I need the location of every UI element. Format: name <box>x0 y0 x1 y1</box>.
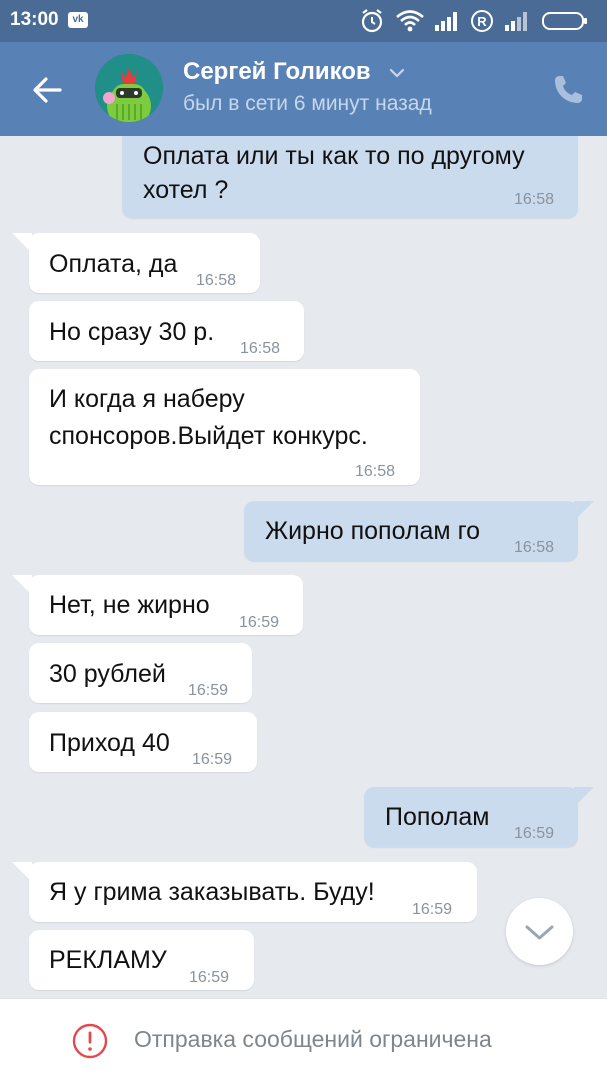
contact-name[interactable]: Сергей Голиков <box>183 58 371 86</box>
message-text: Оплата, да <box>49 250 178 278</box>
warning-icon <box>72 1023 108 1059</box>
message-restricted-bar: Отправка сообщений ограничена <box>0 998 607 1080</box>
message-time: 16:58 <box>355 463 396 480</box>
message-text: Оплата или ты как то по другому <box>143 142 525 170</box>
bubble-tail <box>574 787 594 807</box>
back-arrow-icon[interactable] <box>26 68 70 112</box>
message-text: Приход 40 <box>49 729 170 757</box>
message-time: 16:59 <box>189 969 230 986</box>
battery-icon <box>542 12 587 30</box>
restricted-notice: Отправка сообщений ограничена <box>134 1026 492 1052</box>
message-bubble-outgoing[interactable]: Пополам 16:59 <box>364 787 578 847</box>
message-time: 16:59 <box>412 901 453 918</box>
message-text: спонсоров.Выйдет конкурс. <box>49 422 368 450</box>
cactus-avatar-icon <box>95 54 163 122</box>
message-bubble-incoming[interactable]: Оплата, да 16:58 <box>29 233 260 293</box>
message-bubble-incoming[interactable]: Я у грима заказывать. Буду! 16:59 <box>29 862 477 922</box>
message-time: 16:59 <box>188 682 229 699</box>
message-text: И когда я наберу <box>49 385 245 413</box>
status-time: 13:00 <box>10 9 59 30</box>
message-bubble-incoming[interactable]: 30 рублей 16:59 <box>29 643 252 703</box>
last-seen-status: был в сети 6 минут назад <box>183 92 432 115</box>
signal-icon <box>505 12 527 31</box>
phone-icon[interactable] <box>548 70 588 110</box>
message-bubble-incoming[interactable]: Нет, не жирно 16:59 <box>29 575 303 635</box>
message-bubble-outgoing[interactable]: Оплата или ты как то по другому хотел ? … <box>122 136 578 218</box>
message-text: РЕКЛАМУ <box>49 946 167 974</box>
message-bubble-outgoing[interactable]: Жирно пополам го 16:58 <box>244 501 578 561</box>
signal-icon <box>435 12 457 31</box>
chat-header: Сергей Голиков был в сети 6 минут назад <box>0 42 607 136</box>
status-icons: R <box>359 7 599 35</box>
wifi-icon <box>396 10 424 32</box>
message-time: 16:59 <box>514 825 555 842</box>
message-time: 16:59 <box>239 614 280 631</box>
message-text: 30 рублей <box>49 660 166 688</box>
message-text: хотел ? <box>143 176 229 204</box>
message-bubble-incoming[interactable]: И когда я наберу спонсоров.Выйдет конкур… <box>29 369 420 485</box>
vk-notification-icon: vk <box>68 12 88 28</box>
status-bar: 13:00 vk R <box>0 0 607 42</box>
message-bubble-incoming[interactable]: Но сразу 30 р. 16:58 <box>29 301 304 361</box>
scroll-to-bottom-button[interactable] <box>506 898 573 965</box>
message-text: Но сразу 30 р. <box>49 318 215 346</box>
message-list[interactable]: Оплата или ты как то по другому хотел ? … <box>0 136 607 998</box>
message-bubble-incoming[interactable]: Приход 40 16:59 <box>29 712 257 772</box>
chevron-down-icon <box>525 925 554 940</box>
message-time: 16:58 <box>514 539 555 556</box>
message-time: 16:58 <box>240 340 281 357</box>
message-text: Нет, не жирно <box>49 591 210 619</box>
message-text: Пополам <box>385 803 490 831</box>
bubble-tail <box>574 501 594 521</box>
message-time: 16:59 <box>192 751 233 768</box>
message-text: Я у грима заказывать. Буду! <box>49 878 375 906</box>
roaming-r-icon: R <box>471 10 493 32</box>
message-time: 16:58 <box>196 272 237 289</box>
message-time: 16:58 <box>514 191 555 208</box>
chevron-down-icon[interactable] <box>386 62 408 84</box>
alarm-icon <box>361 9 383 33</box>
message-bubble-incoming[interactable]: РЕКЛАМУ 16:59 <box>29 930 254 990</box>
message-text: Жирно пополам го <box>265 517 481 545</box>
svg-text:R: R <box>477 14 487 29</box>
avatar[interactable] <box>95 54 163 122</box>
